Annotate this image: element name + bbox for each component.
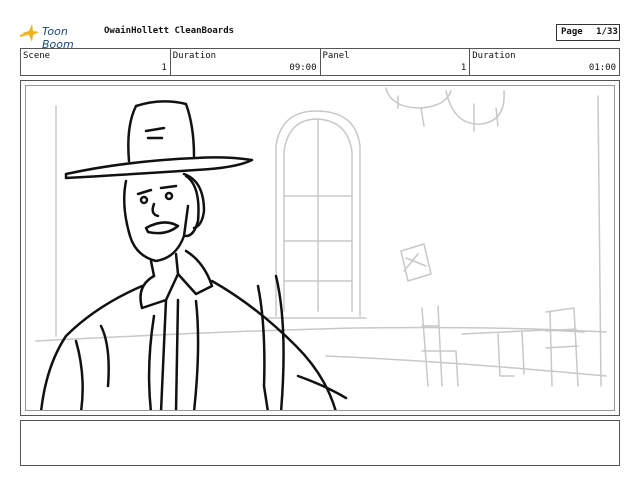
panel-duration-cell: Duration 01:00	[470, 49, 619, 75]
panel-frame	[25, 85, 615, 411]
storyboard-panel[interactable]	[20, 80, 620, 416]
page-header: Toon Boom OwainHollett CleanBoards Page …	[0, 0, 640, 51]
panel-duration-value: 01:00	[588, 63, 616, 73]
toon-boom-logo: Toon Boom	[20, 23, 100, 51]
page-label: Page	[561, 27, 583, 37]
scene-info-row: Scene 1 Duration 09:00 Panel 1 Duration …	[20, 48, 620, 76]
scene-label: Scene	[23, 51, 51, 61]
scene-duration-cell: Duration 09:00	[171, 49, 321, 75]
panel-notes-area[interactable]	[20, 420, 620, 466]
panel-label: Panel	[322, 51, 350, 61]
panel-value: 1	[460, 63, 467, 73]
panel-duration-label: Duration	[472, 51, 516, 61]
scene-duration-value: 09:00	[289, 63, 317, 73]
scene-value: 1	[161, 63, 167, 73]
storyboard-sketch	[35, 87, 607, 410]
project-title: OwainHollett CleanBoards	[104, 26, 235, 36]
page-indicator: Page 1/33	[556, 24, 620, 41]
scene-cell: Scene 1	[21, 49, 171, 75]
character-sketch	[39, 100, 348, 410]
scene-duration-label: Duration	[172, 51, 217, 61]
panel-cell: Panel 1	[321, 49, 471, 75]
star-icon	[20, 24, 39, 42]
background-sketch	[35, 87, 607, 387]
page-number: 1/33	[596, 27, 618, 37]
